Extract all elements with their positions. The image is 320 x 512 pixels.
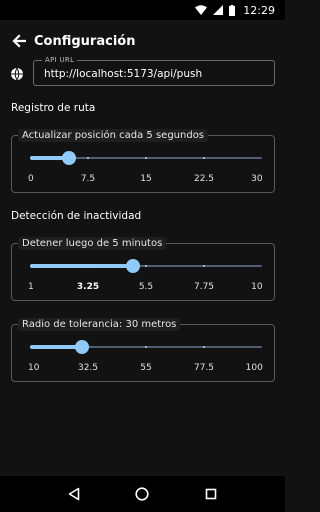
tick-label: 15	[140, 174, 152, 184]
slider-card-update-interval: Actualizar posición cada 5 segundos 0 7.…	[11, 129, 275, 193]
slider-fill	[30, 345, 82, 349]
status-time: 12:29	[243, 3, 275, 17]
tick-label: 77.5	[193, 363, 215, 373]
tick-label: 7.75	[193, 282, 215, 292]
triangle-back-icon	[68, 487, 80, 501]
slider-thumb[interactable]	[126, 259, 141, 273]
section-title-inactivity: Detección de inactividad	[11, 210, 142, 222]
api-url-input[interactable]	[44, 65, 269, 83]
slider-tick-mark	[203, 346, 205, 348]
api-url-row: API URL	[0, 56, 285, 90]
slider-label: Radio de tolerancia: 30 metros	[18, 318, 181, 331]
tick-label: 3.25	[76, 282, 100, 292]
system-nav-bar	[0, 476, 285, 512]
slider-tick-labels: 0 7.5 15 22.5 30	[28, 174, 263, 186]
slider-tick-labels: 1 3.25 5.5 7.75 10	[28, 282, 263, 294]
tick-label: 5.5	[138, 282, 154, 292]
slider-label: Detener luego de 5 minutos	[18, 237, 167, 250]
section-title-route-log: Registro de ruta	[11, 102, 96, 114]
nav-home-button[interactable]	[130, 482, 154, 506]
wifi-icon	[195, 5, 208, 15]
slider-tick-labels: 10 32.5 55 77.5 100	[28, 363, 263, 375]
status-bar: 12:29	[0, 0, 285, 20]
slider-tick-mark	[203, 157, 205, 159]
tick-label: 22.5	[193, 174, 215, 184]
tick-label: 55	[140, 363, 152, 373]
slider-fill	[30, 264, 134, 268]
slider-label: Actualizar posición cada 5 segundos	[18, 129, 209, 142]
tick-label: 7.5	[80, 174, 96, 184]
slider-card-tolerance-radius: Radio de tolerancia: 30 metros 10 32.5 5…	[11, 318, 275, 382]
slider-tick-mark	[145, 346, 147, 348]
tick-label: 10	[28, 363, 40, 373]
page-title: Configuración	[34, 33, 136, 49]
api-url-label: API URL	[42, 56, 78, 64]
tick-label: 100	[245, 363, 263, 373]
slider-tick-mark	[145, 265, 147, 267]
tick-label: 32.5	[77, 363, 99, 373]
slider-tick-mark	[145, 157, 147, 159]
arrow-left-icon	[12, 34, 26, 48]
square-recents-icon	[205, 488, 217, 500]
tolerance-radius-slider[interactable]	[30, 337, 262, 357]
update-interval-slider[interactable]	[30, 148, 262, 168]
back-button[interactable]	[10, 32, 28, 50]
tick-label: 1	[28, 282, 34, 292]
slider-thumb[interactable]	[74, 340, 89, 354]
battery-icon	[229, 4, 236, 16]
slider-card-stop-after: Detener luego de 5 minutos 1 3.25 5.5 7.…	[11, 237, 275, 301]
globe-icon	[11, 67, 23, 81]
slider-tick-mark	[87, 265, 89, 267]
slider-thumb[interactable]	[61, 151, 76, 165]
nav-recents-button[interactable]	[199, 482, 223, 506]
slider-tick-mark	[203, 265, 205, 267]
tick-label: 0	[28, 174, 34, 184]
api-url-field[interactable]: API URL	[33, 56, 275, 86]
tick-label: 30	[251, 174, 263, 184]
signal-icon	[213, 5, 224, 15]
tick-label: 10	[251, 282, 263, 292]
slider-tick-mark	[87, 157, 89, 159]
stop-after-slider[interactable]	[30, 256, 262, 276]
nav-back-button[interactable]	[62, 482, 86, 506]
circle-home-icon	[135, 487, 150, 501]
